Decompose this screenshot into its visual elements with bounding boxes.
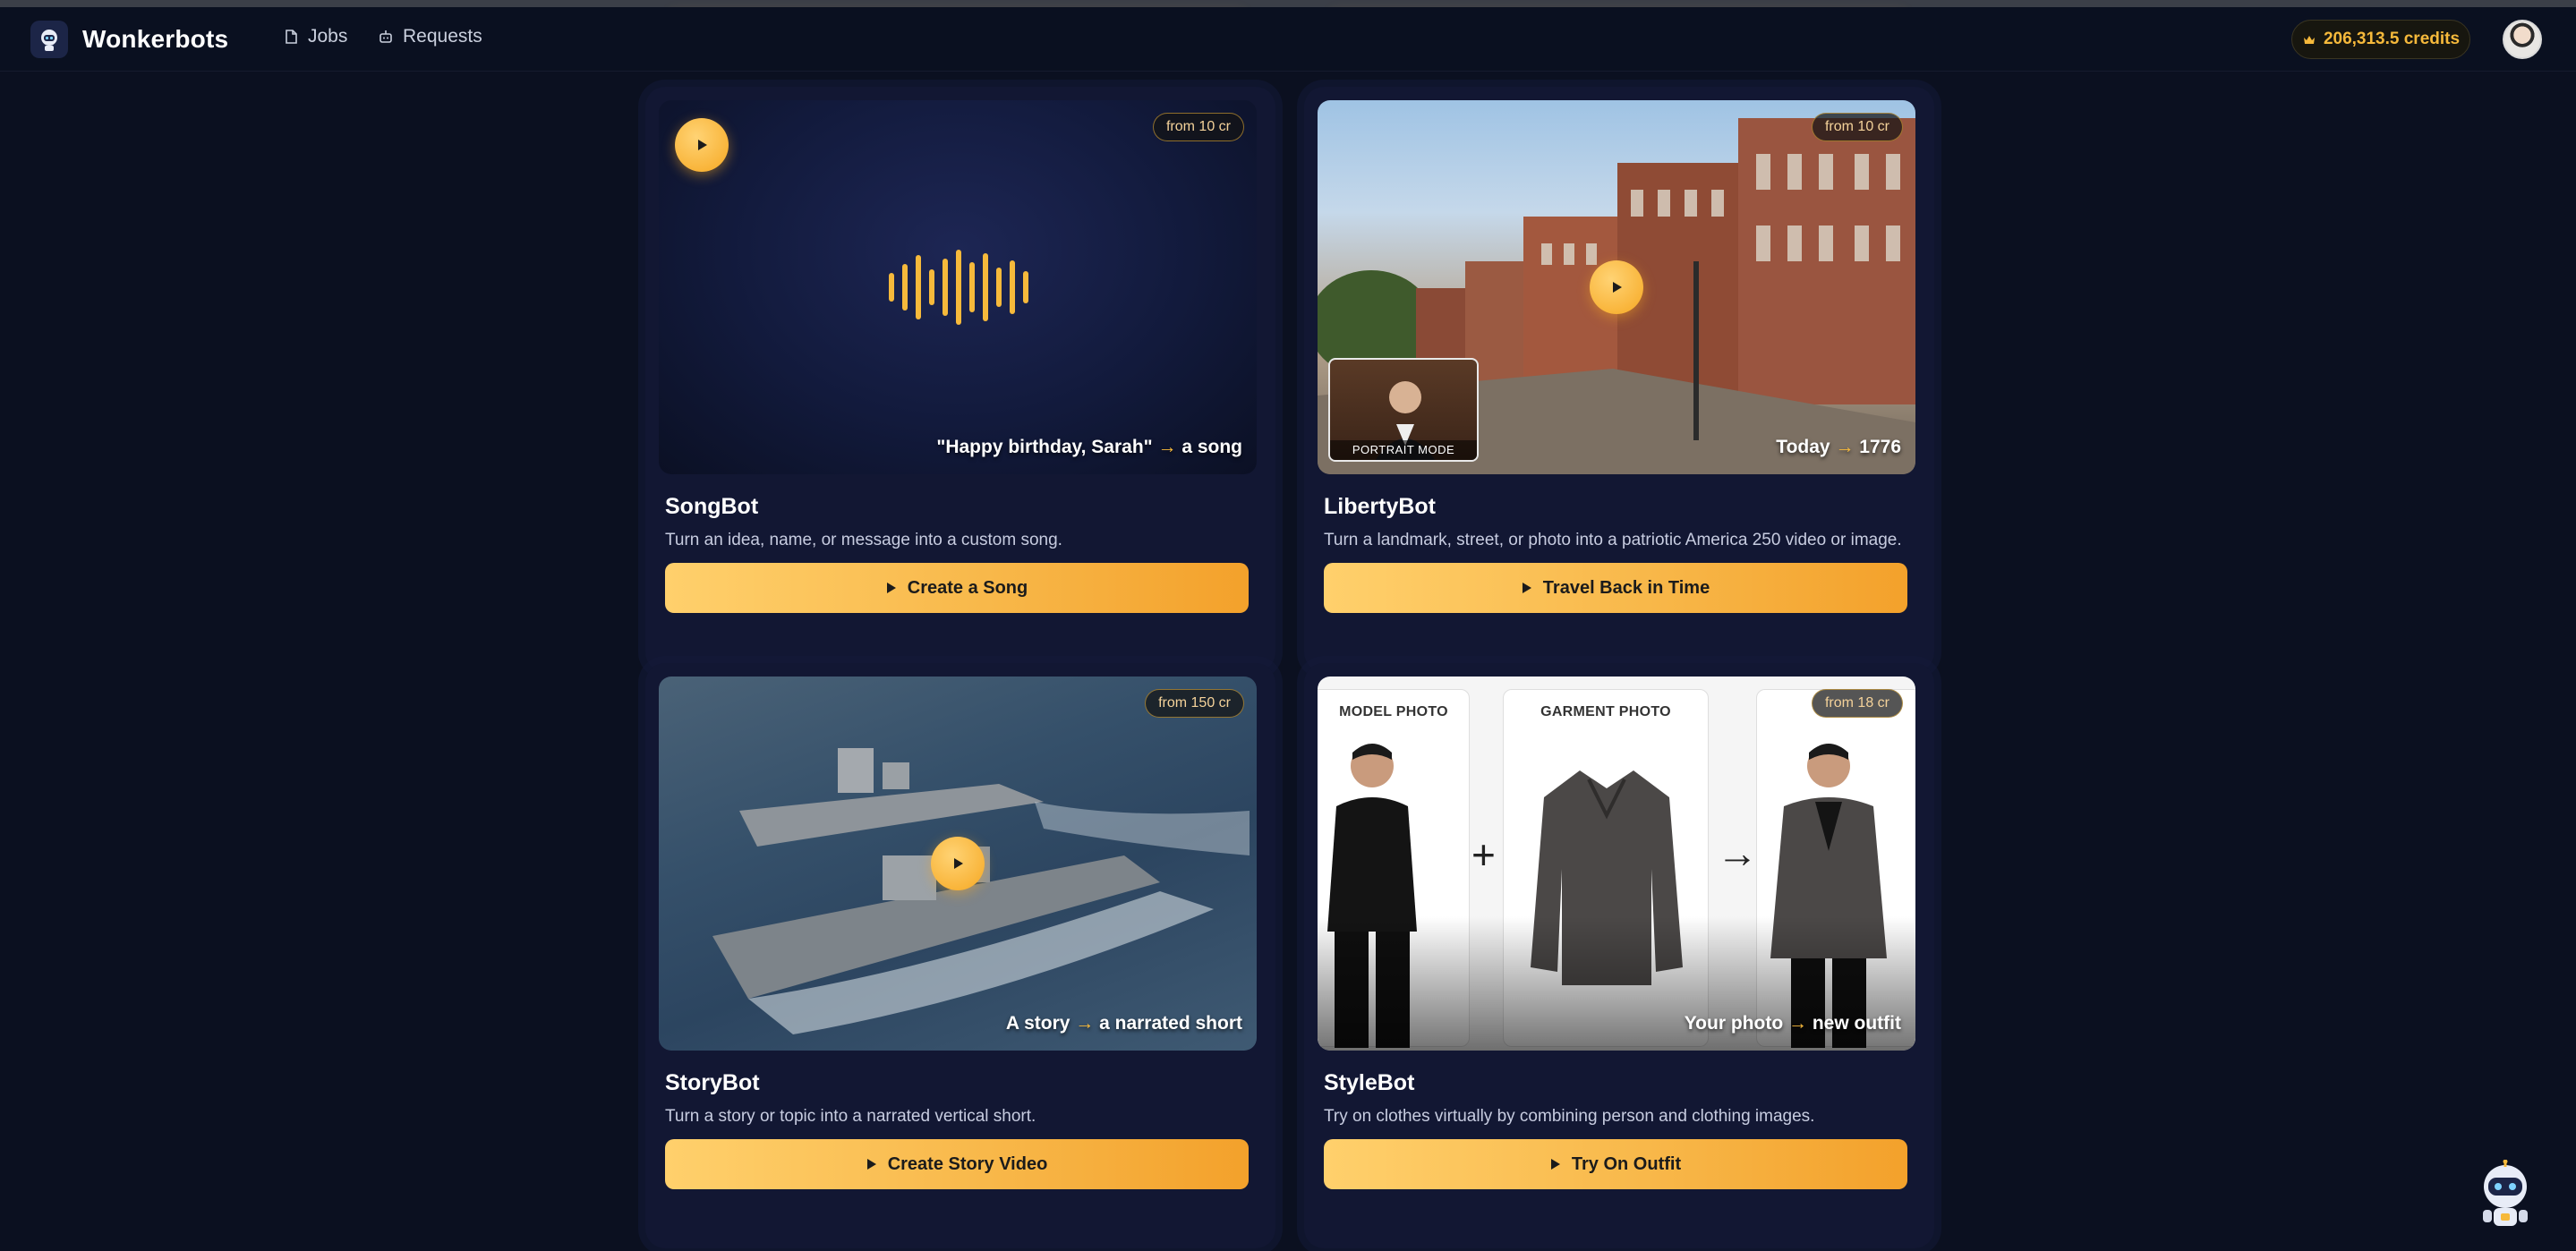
caption-arrow: → — [1157, 437, 1177, 457]
caption-arrow: → — [1788, 1013, 1807, 1034]
stylebot-card: MODEL PHOTO + GARMENT PHOTO → TE — [1304, 663, 1934, 1248]
robot-assistant-icon[interactable] — [2474, 1160, 2537, 1228]
play-icon — [886, 583, 896, 593]
caption-to: new outfit — [1812, 1013, 1901, 1034]
portrait-mode-label: PORTRAIT MODE — [1330, 440, 1477, 460]
nav-jobs-label: Jobs — [308, 26, 348, 47]
caption-to: 1776 — [1859, 437, 1901, 457]
libertybot-preview: from 10 cr PORTRAIT MODE Today → 1776 — [1318, 100, 1915, 474]
travel-back-label: Travel Back in Time — [1542, 577, 1710, 598]
brand-link[interactable]: Wonkerbots — [30, 21, 228, 58]
caption-to: a narrated short — [1099, 1013, 1242, 1034]
caption-to: a song — [1181, 437, 1242, 457]
caption-arrow: → — [1075, 1013, 1095, 1034]
songbot-caption: "Happy birthday, Sarah" → a song — [936, 437, 1242, 458]
storybot-preview: from 150 cr A story → a narrated short — [659, 677, 1257, 1051]
caption-from: Today — [1776, 437, 1830, 457]
libertybot-card: from 10 cr PORTRAIT MODE Today → 1776 Li… — [1304, 87, 1934, 672]
play-icon — [954, 858, 963, 869]
songbot-price-badge: from 10 cr — [1152, 113, 1244, 141]
nav-requests-label: Requests — [403, 26, 482, 47]
model-photo-label: MODEL PHOTO — [1339, 704, 1448, 719]
stylebot-preview: MODEL PHOTO + GARMENT PHOTO → TE — [1318, 677, 1915, 1051]
play-icon — [1613, 282, 1622, 293]
arrow-right-icon: → — [1717, 830, 1758, 876]
plus-icon: + — [1471, 831, 1496, 878]
travel-back-button[interactable]: Travel Back in Time — [1324, 563, 1907, 613]
try-on-outfit-label: Try On Outfit — [1571, 1153, 1682, 1174]
garment-photo-label: GARMENT PHOTO — [1540, 704, 1671, 719]
try-on-outfit-button[interactable]: Try On Outfit — [1324, 1139, 1907, 1189]
play-icon — [1550, 1159, 1560, 1170]
libertybot-play-button[interactable] — [1590, 260, 1643, 314]
storybot-title: StoryBot — [665, 1070, 760, 1095]
document-icon — [286, 30, 297, 44]
create-story-video-button[interactable]: Create Story Video — [665, 1139, 1249, 1189]
robot-logo-icon — [30, 21, 68, 58]
create-story-video-label: Create Story Video — [887, 1153, 1048, 1174]
storybot-price-badge: from 150 cr — [1145, 689, 1244, 718]
storybot-card: from 150 cr A story → a narrated short S… — [645, 663, 1275, 1248]
credits-amount: 206,313.5 credits — [2323, 30, 2461, 48]
caption-from: "Happy birthday, Sarah" — [936, 437, 1153, 457]
nav-requests[interactable]: Requests — [378, 26, 482, 47]
songbot-description: Turn an idea, name, or message into a cu… — [665, 531, 1062, 549]
coin-icon — [2303, 36, 2315, 44]
storybot-caption: A story → a narrated short — [1006, 1013, 1242, 1034]
top-nav: Wonkerbots Jobs Requests 206,313.5 credi… — [0, 7, 2576, 72]
storybot-description: Turn a story or topic into a narrated ve… — [665, 1107, 1036, 1126]
libertybot-title: LibertyBot — [1324, 494, 1436, 519]
brand-name: Wonkerbots — [82, 25, 229, 53]
play-icon — [698, 140, 707, 150]
portrait-mode-thumbnail[interactable]: PORTRAIT MODE — [1328, 358, 1479, 462]
stylebot-price-badge: from 18 cr — [1811, 689, 1903, 718]
songbot-play-button[interactable] — [675, 118, 729, 172]
stylebot-caption: Your photo → new outfit — [1685, 1013, 1901, 1034]
nav-jobs[interactable]: Jobs — [283, 26, 347, 47]
songbot-card: from 10 cr "Happy birthday, Sarah" → a s… — [645, 87, 1275, 672]
create-song-button[interactable]: Create a Song — [665, 563, 1249, 613]
credits-badge[interactable]: 206,313.5 credits — [2291, 20, 2470, 59]
songbot-title: SongBot — [665, 494, 759, 519]
caption-arrow: → — [1835, 437, 1855, 457]
play-icon — [1522, 583, 1531, 593]
create-song-label: Create a Song — [907, 577, 1028, 598]
play-icon — [866, 1159, 876, 1170]
caption-from: Your photo — [1684, 1013, 1784, 1034]
user-avatar[interactable] — [2503, 20, 2542, 59]
caption-from: A story — [1005, 1013, 1070, 1034]
storybot-play-button[interactable] — [931, 837, 985, 890]
libertybot-price-badge: from 10 cr — [1811, 113, 1903, 141]
stylebot-description: Try on clothes virtually by combining pe… — [1324, 1107, 1815, 1126]
songbot-preview: from 10 cr "Happy birthday, Sarah" → a s… — [659, 100, 1257, 474]
libertybot-caption: Today → 1776 — [1776, 437, 1901, 458]
window-top-edge — [0, 0, 2576, 7]
stylebot-title: StyleBot — [1324, 1070, 1415, 1095]
libertybot-description: Turn a landmark, street, or photo into a… — [1324, 531, 1902, 549]
robot-icon — [380, 30, 392, 43]
waveform-icon — [889, 250, 1028, 325]
